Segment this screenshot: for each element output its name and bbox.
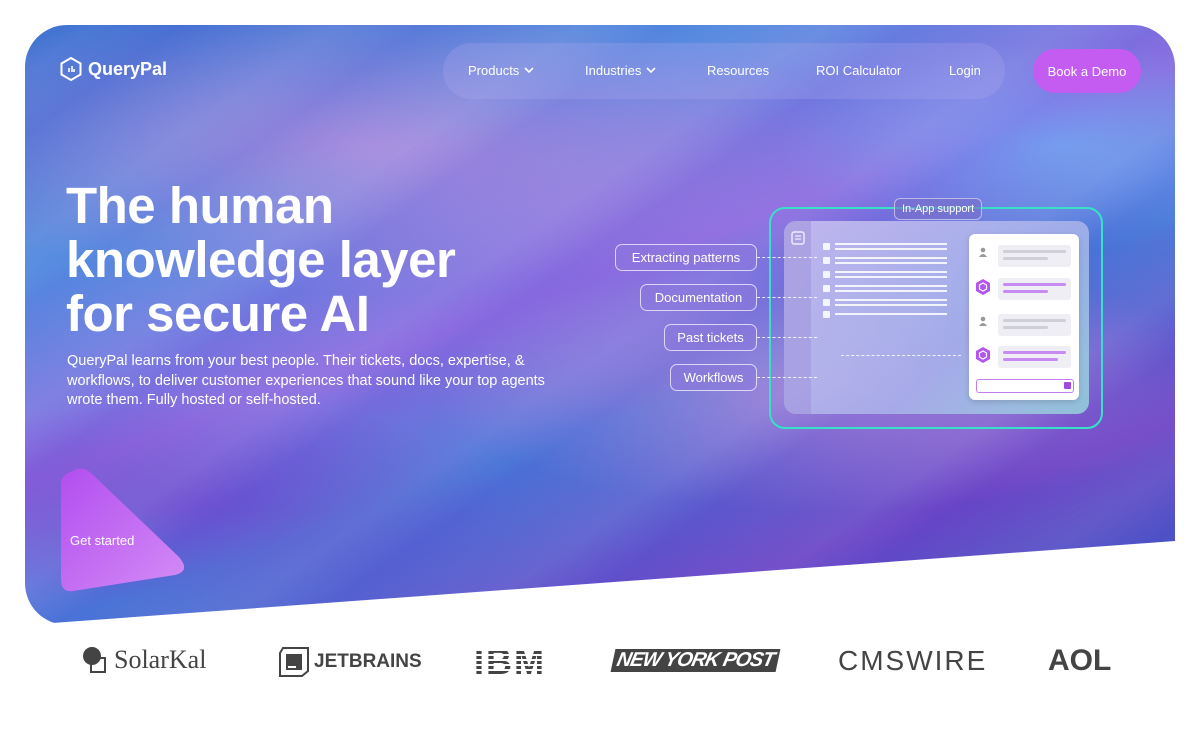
in-app-support-label: In-App support [894, 198, 983, 220]
doc-line [835, 290, 947, 292]
solarkal-logo: SolarKal [82, 645, 206, 675]
nav-products[interactable]: Products [468, 63, 534, 78]
chevron-down-icon [646, 67, 656, 74]
book-demo-button[interactable]: Book a Demo [1033, 49, 1141, 93]
headline-line-2: knowledge layer [66, 231, 456, 288]
new-york-post-text: NEW YORK POST [610, 649, 781, 672]
nav-roi-calculator[interactable]: ROI Calculator [816, 63, 901, 78]
doc-bullet [823, 243, 830, 250]
solarkal-mark-icon [83, 647, 106, 673]
doc-bullet [823, 257, 830, 264]
aol-logo: AOL [1048, 644, 1111, 678]
connector-line [757, 377, 817, 378]
doc-line [835, 285, 947, 287]
connector-line [757, 257, 817, 258]
nav-industries-label: Industries [585, 63, 642, 78]
doc-bullet [823, 271, 830, 278]
querypal-bot-icon [976, 279, 990, 295]
doc-line [835, 313, 947, 315]
connector-line [757, 297, 817, 298]
tag-past-tickets: Past tickets [664, 324, 757, 351]
brand-logo[interactable]: QueryPal [60, 57, 167, 81]
chat-panel [969, 234, 1079, 400]
get-started-shape [61, 468, 185, 592]
headline-line-3: for secure AI [66, 285, 370, 342]
send-icon [1064, 382, 1071, 389]
tag-workflows: Workflows [670, 364, 757, 391]
solarkal-text: SolarKal [114, 645, 207, 674]
doc-bullet [823, 285, 830, 292]
chat-input [976, 379, 1074, 393]
jetbrains-text: JETBRAINS [314, 651, 422, 672]
doc-line [835, 262, 947, 264]
get-started-button[interactable]: Get started [59, 467, 187, 593]
connector-line [841, 355, 961, 356]
connector-line [757, 337, 817, 338]
nav-industries[interactable]: Industries [585, 63, 656, 78]
doc-line [835, 276, 947, 278]
doc-line [835, 243, 947, 245]
jetbrains-mark-icon [279, 647, 309, 677]
user-icon [979, 316, 987, 326]
chat-bubble-bot [998, 278, 1071, 300]
doc-line [835, 304, 947, 306]
aol-text: AOL [1048, 644, 1112, 677]
chat-bubble-user [998, 314, 1071, 336]
headline-line-1: The human [66, 177, 334, 234]
nav-resources[interactable]: Resources [707, 63, 769, 78]
querypal-bot-icon [976, 347, 990, 363]
nav-login[interactable]: Login [949, 63, 981, 78]
doc-line [835, 257, 947, 259]
hero-banner: QueryPal Products Industries Resources R… [25, 25, 1175, 625]
main-nav: Products Industries Resources ROI Calcul… [443, 43, 1005, 99]
doc-bullet [823, 299, 830, 306]
cmswire-logo: CMSWIRE [838, 645, 987, 677]
jetbrains-logo: JETBRAINS [279, 647, 422, 677]
ibm-text: IBM [474, 641, 546, 682]
doc-line [835, 271, 947, 273]
tag-documentation: Documentation [640, 284, 757, 311]
chevron-down-icon [524, 67, 534, 74]
document-icon [791, 231, 805, 245]
ibm-logo: IBM [474, 644, 546, 680]
brand-name: QueryPal [88, 58, 168, 79]
nav-products-label: Products [468, 63, 520, 78]
doc-bullet [823, 311, 830, 318]
querypal-logo-icon [60, 57, 82, 81]
chat-bubble-bot [998, 346, 1071, 368]
new-york-post-logo: NEW YORK POST [610, 649, 781, 672]
get-started-label: Get started [70, 533, 135, 548]
doc-line [835, 248, 947, 250]
user-icon [979, 247, 987, 257]
tag-extracting-patterns: Extracting patterns [615, 244, 757, 271]
screen-sidebar [784, 221, 811, 414]
doc-line [835, 299, 947, 301]
chat-bubble-user [998, 245, 1071, 267]
hero-subtext: QueryPal learns from your best people. T… [67, 353, 545, 408]
hero-headline: The human knowledge layer for secure AI [66, 179, 526, 341]
cmswire-text: CMSWIRE [838, 645, 988, 676]
